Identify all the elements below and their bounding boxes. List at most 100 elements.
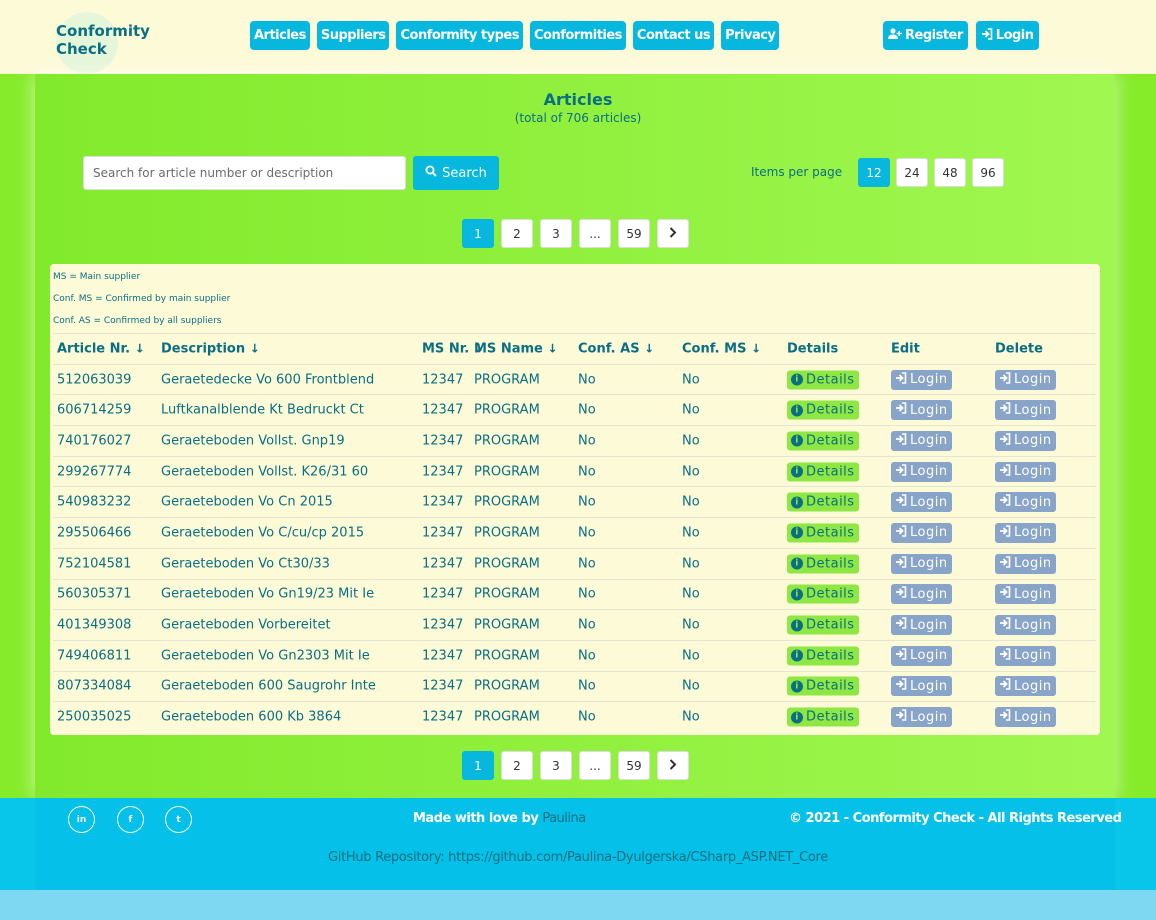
details-button[interactable]: i Details [787,400,859,420]
delete-login-button[interactable]: Login [995,645,1056,666]
details-button[interactable]: i Details [787,523,859,543]
delete-login-button[interactable]: Login [995,461,1056,482]
delete-login-button[interactable]: Login [995,553,1056,574]
edit-login-button[interactable]: Login [891,676,952,697]
nav-articles[interactable]: Articles [250,21,310,50]
header-conf-as[interactable]: Conf. AS ↓ [578,341,654,356]
delete-login-button[interactable]: Login [995,369,1056,390]
cell-article-nr[interactable]: 295506466 [57,525,131,540]
header-conf-ms[interactable]: Conf. MS ↓ [682,341,761,356]
items-per-page-option[interactable]: 24 [896,158,928,187]
cell-article-nr[interactable]: 401349308 [57,618,131,633]
items-per-page-option[interactable]: 12 [858,158,890,187]
header-ms-name[interactable]: MS Name ↓ [474,341,557,356]
cell-article-nr[interactable]: 752104581 [57,556,131,571]
delete-login-button[interactable]: Login [995,615,1056,636]
page-link[interactable]: 2 [501,219,533,248]
details-button[interactable]: i Details [787,554,859,574]
cell-article-nr[interactable]: 250035025 [57,710,131,725]
cell-article-nr[interactable]: 807334084 [57,679,131,694]
cell-ms-name: PROGRAM [474,494,540,510]
edit-login-button[interactable]: Login [891,522,952,543]
cell-article-nr[interactable]: 606714259 [57,403,131,418]
edit-login-button[interactable]: Login [891,584,952,605]
cell-conf-ms: No [682,464,700,480]
items-per-page-option[interactable]: 48 [934,158,966,187]
edit-login-button[interactable]: Login [891,430,952,451]
details-cell: i Details [787,370,859,390]
details-button[interactable]: i Details [787,462,859,482]
cell-article-nr[interactable]: 749406811 [57,648,131,663]
search-input[interactable] [83,156,406,190]
register-button[interactable]: Register [883,21,968,50]
cell-ms-nr: 12347 [422,494,464,510]
edit-login-button[interactable]: Login [891,645,952,666]
login-label: Login [1014,709,1052,725]
brand-logo[interactable]: Conformity Check [56,12,150,74]
cell-ms-name: PROGRAM [474,372,540,388]
cell-conf-ms: No [682,372,700,388]
edit-login-button[interactable]: Login [891,707,952,728]
header-article-nr[interactable]: Article Nr. ↓ [57,341,145,356]
page-link[interactable]: 2 [501,751,533,780]
edit-login-button[interactable]: Login [891,369,952,390]
cell-article-nr[interactable]: 299267774 [57,464,131,479]
header-description[interactable]: Description ↓ [161,341,260,356]
table-row: 606714259 Luftkanalblende Kt Bedruckt Ct 1… [53,394,1096,425]
details-button[interactable]: i Details [787,646,859,666]
edit-login-button[interactable]: Login [891,461,952,482]
page-link[interactable]: 1 [462,751,494,780]
delete-login-button[interactable]: Login [995,707,1056,728]
details-button[interactable]: i Details [787,431,859,451]
cell-description: Geraeteboden Vollst. Gnp19 [161,433,345,449]
cell-article-nr[interactable]: 740176027 [57,433,131,448]
page-link[interactable]: 1 [462,219,494,248]
info-icon: i [791,496,803,509]
next-page-button[interactable] [657,751,689,780]
facebook-icon[interactable]: f [117,806,144,833]
info-icon: i [791,711,803,724]
delete-login-button[interactable]: Login [995,522,1056,543]
edit-login-button[interactable]: Login [891,492,952,513]
details-button[interactable]: i Details [787,676,859,696]
items-per-page-option[interactable]: 96 [972,158,1004,187]
author-link[interactable]: Paulina [542,811,586,826]
search-button[interactable]: Search [413,156,499,190]
sign-in-icon [999,525,1011,541]
delete-login-button[interactable]: Login [995,492,1056,513]
nav-contact-us[interactable]: Contact us [632,21,715,50]
page-link[interactable]: 59 [618,219,650,248]
github-repo-link[interactable]: GitHub Repository: https://github.com/Pa… [0,850,1156,865]
pagination-top: 1 2 3 ... 59 [462,219,689,248]
twitter-icon[interactable]: t [165,806,192,833]
cell-article-nr[interactable]: 560305371 [57,587,131,602]
delete-login-button[interactable]: Login [995,430,1056,451]
cell-article-nr[interactable]: 540983232 [57,495,131,510]
details-button[interactable]: i Details [787,584,859,604]
delete-login-cell: Login [995,553,1056,574]
edit-login-button[interactable]: Login [891,615,952,636]
details-button[interactable]: i Details [787,370,859,390]
login-button[interactable]: Login [975,21,1039,50]
delete-login-button[interactable]: Login [995,584,1056,605]
edit-login-button[interactable]: Login [891,553,952,574]
nav-privacy[interactable]: Privacy [721,21,780,50]
page-link[interactable]: 3 [540,219,572,248]
login-label: Login [910,433,948,449]
header-label: Description [161,341,246,357]
page-link[interactable]: 59 [618,751,650,780]
page-link[interactable]: 3 [540,751,572,780]
linkedin-icon[interactable]: in [68,806,95,833]
nav-suppliers[interactable]: Suppliers [316,21,390,50]
details-button[interactable]: i Details [787,492,859,512]
details-button[interactable]: i Details [787,615,859,635]
delete-login-button[interactable]: Login [995,400,1056,421]
nav-conformities[interactable]: Conformities [529,21,626,50]
cell-description: Luftkanalblende Kt Bedruckt Ct [161,402,364,418]
edit-login-button[interactable]: Login [891,400,952,421]
cell-article-nr[interactable]: 512063039 [57,372,131,387]
delete-login-button[interactable]: Login [995,676,1056,697]
next-page-button[interactable] [657,219,689,248]
details-button[interactable]: i Details [787,707,859,727]
nav-conformity-types[interactable]: Conformity types [396,21,523,50]
